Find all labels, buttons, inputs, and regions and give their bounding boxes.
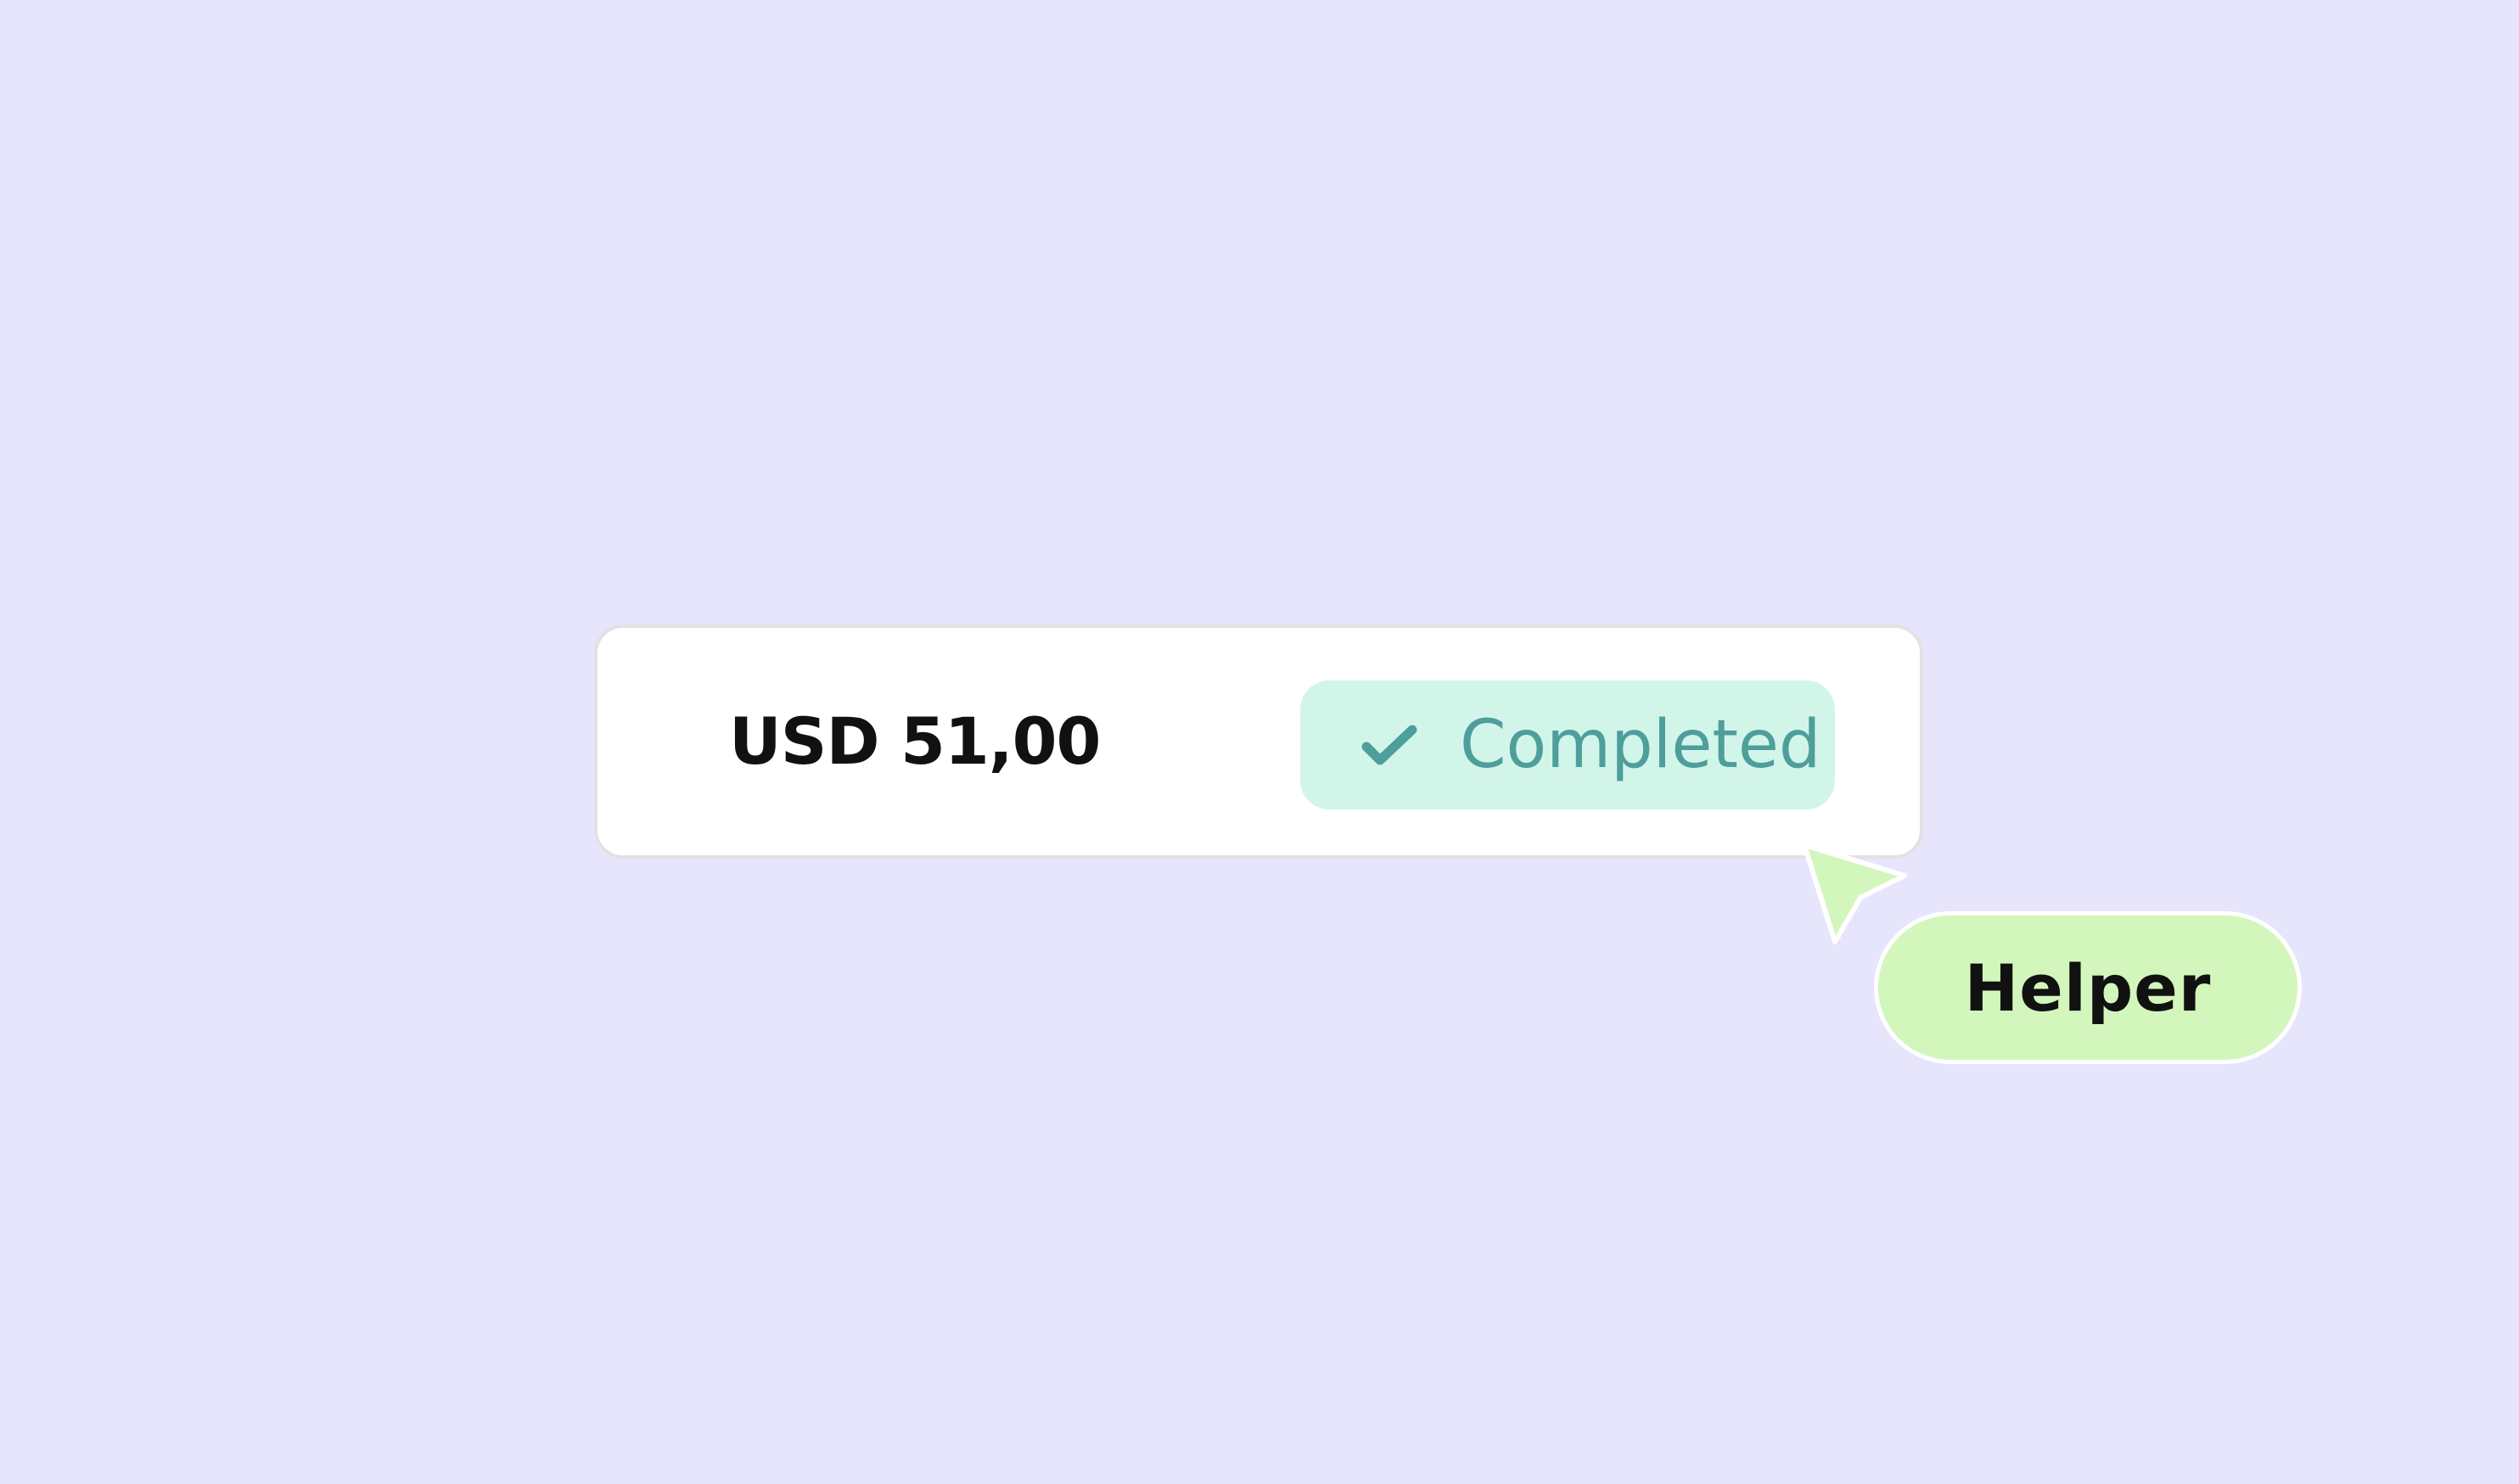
transaction-amount: USD 51,00: [729, 703, 1101, 779]
transaction-card[interactable]: USD 51,00 Completed: [594, 624, 1923, 859]
helper-pill[interactable]: Helper: [1874, 911, 2302, 1064]
status-badge: Completed: [1300, 680, 1835, 809]
cursor-pointer-icon: [1802, 843, 1907, 944]
canvas: USD 51,00 Completed Helper: [0, 0, 2519, 1484]
status-label: Completed: [1460, 707, 1821, 783]
check-icon: [1361, 725, 1417, 765]
helper-label: Helper: [1964, 949, 2212, 1026]
